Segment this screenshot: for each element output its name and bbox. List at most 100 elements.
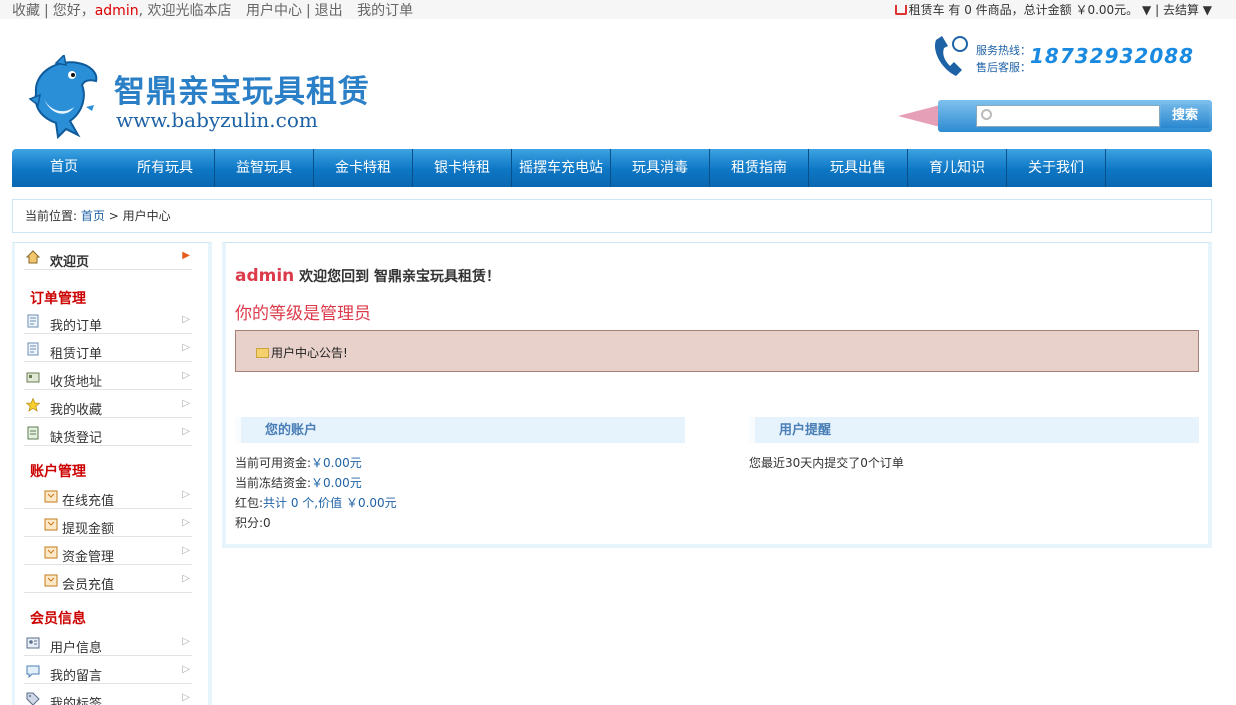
hotline-number: 18732932088: [1030, 44, 1195, 68]
sidebar-item-messages[interactable]: 我的留言 ▷: [24, 660, 192, 684]
checkout-link[interactable]: 去结算 ▼: [1163, 3, 1212, 17]
chevron-right-icon: ▷: [182, 398, 190, 409]
sidebar-section-member: 会员信息: [30, 611, 86, 627]
breadcrumb-current: 用户中心: [122, 209, 171, 223]
sidebar-item-label: 我的收藏: [50, 403, 103, 418]
chevron-right-icon: ▷: [182, 545, 190, 556]
dolphin-logo-icon[interactable]: [26, 55, 100, 139]
star-icon: [26, 398, 40, 412]
nav-gold-card[interactable]: 金卡特租: [314, 149, 413, 187]
top-links: 收藏 | 您好，admin, 欢迎光临本店 用户中心 | 退出 我的订单: [12, 0, 413, 20]
cart-icon: [894, 5, 907, 15]
favorite-link[interactable]: 收藏: [12, 3, 40, 19]
sidebar-item-address[interactable]: 收货地址 ▷: [24, 366, 192, 390]
brand-url[interactable]: www.babyzulin.com: [116, 108, 318, 132]
chevron-right-icon: ▷: [182, 342, 190, 353]
account-panel-title: 您的账户: [235, 417, 685, 443]
nav-home[interactable]: 首页: [12, 149, 116, 187]
sidebar-item-label: 资金管理: [62, 550, 115, 565]
sidebar-item-tags[interactable]: 我的标签 ▷: [24, 688, 192, 705]
sidebar-item-favorites[interactable]: 我的收藏 ▷: [24, 394, 192, 418]
sidebar-item-label: 收货地址: [50, 375, 103, 390]
logout-link[interactable]: 退出: [315, 3, 343, 19]
search-button[interactable]: 搜索: [1161, 104, 1209, 128]
tag-icon: [26, 692, 40, 705]
nav-toy-sale[interactable]: 玩具出售: [809, 149, 908, 187]
nav-parenting[interactable]: 育儿知识: [908, 149, 1007, 187]
wallet-icon: [44, 490, 58, 503]
nav-about-us[interactable]: 关于我们: [1007, 149, 1106, 187]
sidebar-item-recharge[interactable]: 在线充值 ▷: [24, 485, 192, 509]
pencil-tip-decor: [898, 105, 940, 127]
cart-summary: 租赁车 有 0 件商品，总计金额 ￥0.00元。 ▼ | 去结算 ▼: [894, 1, 1212, 18]
chevron-right-icon: ▷: [182, 664, 190, 675]
points-label: 积分:: [235, 516, 264, 530]
chevron-right-icon: ▶: [182, 250, 190, 261]
user-rank: 你的等级是管理员: [235, 304, 371, 324]
sidebar-item-user-info[interactable]: 用户信息 ▷: [24, 632, 192, 656]
sidebar-section-orders: 订单管理: [30, 291, 86, 307]
home-icon: [26, 250, 40, 264]
address-book-icon: [26, 372, 40, 383]
sidebar-item-label: 欢迎页: [50, 255, 90, 270]
reminder-panel-title: 用户提醒: [749, 417, 1199, 443]
points-value: 0: [263, 516, 271, 530]
brand-title[interactable]: 智鼎亲宝玩具租赁: [114, 66, 370, 111]
divider: |: [44, 3, 49, 19]
sidebar-item-label: 我的留言: [50, 669, 103, 684]
hotline-label: 服务热线：: [976, 44, 1031, 57]
breadcrumb-label: 当前位置:: [25, 209, 78, 223]
greeting-suffix: , 欢迎光临本店: [138, 3, 232, 19]
nav-all-toys[interactable]: 所有玩具: [116, 149, 215, 187]
sidebar-item-shortage[interactable]: 缺货登记 ▷: [24, 422, 192, 446]
wallet-icon: [44, 518, 58, 531]
service-label: 售后客服：: [976, 61, 1031, 74]
search-input[interactable]: [976, 105, 1160, 127]
sidebar-item-member-recharge[interactable]: 会员充值 ▷: [24, 569, 192, 593]
chevron-right-icon: ▷: [182, 692, 190, 703]
breadcrumb-separator: >: [104, 209, 123, 223]
chevron-right-icon: ▷: [182, 636, 190, 647]
points-info: 积分:0: [235, 514, 271, 531]
phone-icon: [934, 36, 968, 76]
bonus-value[interactable]: 共计 0 个,价值 ￥0.00元: [263, 496, 397, 510]
sidebar-item-funds[interactable]: 资金管理 ▷: [24, 541, 192, 565]
greeting-prefix: 您好，: [52, 3, 95, 19]
order-reminder: 您最近30天内提交了0个订单: [749, 456, 904, 470]
breadcrumb: 当前位置: 首页 > 用户中心: [12, 199, 1212, 233]
nav-disinfection[interactable]: 玩具消毒: [611, 149, 710, 187]
sidebar-item-label: 我的标签: [50, 697, 103, 705]
nav-rental-guide[interactable]: 租赁指南: [710, 149, 809, 187]
top-bar: 收藏 | 您好，admin, 欢迎光临本店 用户中心 | 退出 我的订单 租赁车 有 0…: [0, 0, 1236, 19]
welcome-message: admin 欢迎您回到 智鼎亲宝玩具租赁！: [235, 266, 500, 286]
chevron-right-icon: ▷: [182, 370, 190, 381]
chevron-right-icon: ▷: [182, 517, 190, 528]
divider: |: [305, 3, 311, 19]
bonus-label: 红包:: [235, 496, 264, 510]
sidebar-item-welcome[interactable]: 欢迎页 ▶: [24, 246, 192, 270]
sidebar-item-withdraw[interactable]: 提现金额 ▷: [24, 513, 192, 537]
breadcrumb-home[interactable]: 首页: [81, 209, 105, 223]
id-card-icon: [26, 637, 40, 649]
divider: |: [1155, 3, 1160, 17]
chevron-right-icon: ▷: [182, 426, 190, 437]
sidebar-item-label: 提现金额: [62, 522, 115, 537]
cart-text[interactable]: 租赁车 有 0 件商品，总计金额 ￥0.00元。: [909, 3, 1139, 17]
sidebar-item-label: 缺货登记: [50, 431, 103, 446]
chevron-right-icon: ▷: [182, 573, 190, 584]
welcome-text: 欢迎您回到 智鼎亲宝玩具租赁！: [299, 269, 501, 285]
cart-dropdown-icon[interactable]: ▼: [1142, 3, 1151, 17]
frozen-label: 当前冻结资金:: [235, 476, 312, 490]
my-orders-link[interactable]: 我的订单: [357, 3, 413, 19]
username: admin: [94, 3, 139, 19]
nav-educational-toys[interactable]: 益智玩具: [215, 149, 314, 187]
sidebar-item-my-orders[interactable]: 我的订单 ▷: [24, 310, 192, 334]
sidebar-item-label: 会员充值: [62, 578, 115, 593]
nav-charging-station[interactable]: 摇摆车充电站: [512, 149, 611, 187]
welcome-username: admin: [235, 266, 295, 286]
wallet-icon: [44, 574, 58, 587]
nav-silver-card[interactable]: 银卡特租: [413, 149, 512, 187]
sidebar-item-rent-orders[interactable]: 租赁订单 ▷: [24, 338, 192, 362]
user-center-link[interactable]: 用户中心: [246, 3, 302, 19]
available-label: 当前可用资金:: [235, 456, 312, 470]
